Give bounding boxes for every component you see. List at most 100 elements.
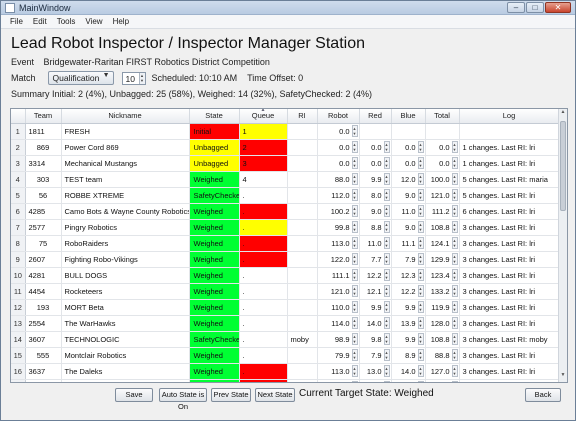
ri-cell[interactable] [287,139,318,156]
menu-help[interactable]: Help [108,15,134,28]
team-number-cell[interactable]: 2577 [25,219,62,236]
state-cell[interactable]: Weighed [189,251,240,268]
spin-arrows-icon[interactable]: ▲▼ [417,285,424,297]
spin-arrows-icon[interactable]: ▲▼ [417,141,424,153]
header-red[interactable]: Red [359,109,392,124]
state-cell[interactable]: Initial [189,123,240,140]
table-row[interactable]: 143607TECHNOLOGICSafetyChecked.moby98.9▲… [11,331,560,348]
team-number-cell[interactable]: 56 [25,187,62,204]
spin-arrows-icon[interactable]: ▲▼ [351,141,358,153]
nickname-cell[interactable]: BULL DOGS [61,267,190,284]
blue-weight-cell[interactable]: 11.0 ▲ ▼ [391,203,426,220]
queue-cell[interactable]: . [239,267,288,284]
red-weight-cell[interactable]: 14.4▲▼ [359,379,392,382]
table-row[interactable]: 1 1811 FRESH Initial 1 0.0 ▲ ▼ [11,123,560,140]
team-number-cell[interactable]: 4285 [25,203,62,220]
spin-arrows-icon[interactable]: ▲▼ [451,317,458,329]
robot-weight-cell[interactable]: 98.9 ▲ ▼ [317,331,360,348]
spin-arrows-icon[interactable]: ▲▼ [351,157,358,169]
team-number-cell[interactable]: 2607 [25,251,62,268]
header-state[interactable]: State [189,109,240,124]
spin-arrows-icon[interactable]: ▲▼ [451,269,458,281]
menu-tools[interactable]: Tools [52,15,81,28]
spin-arrows-icon[interactable]: ▲▼ [451,205,458,217]
spin-arrows-icon[interactable]: ▲▼ [351,349,358,361]
total-weight-cell[interactable]: 0.0 ▲ ▼ [425,155,460,172]
spin-arrows-icon[interactable]: ▲▼ [383,157,390,169]
table-row[interactable]: 7 2577 Pingry Robotics Weighed. 99.8 ▲ ▼ 8.8 ▲ ▼ 9… [11,219,560,236]
minimize-button[interactable]: – [507,2,525,13]
blue-weight-cell[interactable]: 14.0 ▲ ▼ [391,363,426,380]
ri-cell[interactable] [287,251,318,268]
blue-weight-cell[interactable]: 12.3 ▲ ▼ [391,267,426,284]
robot-weight-cell[interactable]: 111.1 ▲ ▼ [317,267,360,284]
queue-cell[interactable]: . [239,235,288,252]
queue-cell[interactable]: . [239,363,288,380]
nickname-cell[interactable]: Camo Bots & Wayne County Robotics [61,203,190,220]
state-cell[interactable]: Unbagged [189,139,240,156]
back-button[interactable]: Back [525,388,561,402]
robot-weight-cell[interactable]: 88.0 ▲ ▼ [317,171,360,188]
blue-weight-cell[interactable]: 7.9 ▲ ▼ [391,251,426,268]
total-weight-cell[interactable]: 108.8 ▲ ▼ [425,219,460,236]
table-row[interactable]: 12 193 MORT Beta Weighed. 110.0 ▲ ▼ 9.9 ▲ ▼ 9.9 ▲ ▼ 1… [11,299,560,316]
spin-arrows-icon[interactable]: ▲▼ [351,253,358,265]
queue-cell[interactable]: . [239,315,288,332]
spin-arrows-icon[interactable]: ▲▼ [351,237,358,249]
auto-state-button[interactable]: Auto State is On [159,388,207,411]
ri-cell[interactable] [287,379,318,382]
nickname-cell[interactable]: Mechanical Mustangs [61,155,190,172]
state-cell[interactable]: Weighed [189,315,240,332]
nickname-cell[interactable]: MORT Beta [61,299,190,316]
spin-arrows-icon[interactable]: ▲▼ [417,253,424,265]
save-button[interactable]: Save [115,388,153,402]
table-row[interactable]: 16 3637 The Daleks Weighed. 113.0 ▲ ▼ 13.0 ▲ ▼ 14.… [11,363,560,380]
queue-cell[interactable]: . [239,379,288,382]
state-cell[interactable]: Weighed [189,267,240,284]
spin-arrows-icon[interactable]: ▲▼ [451,301,458,313]
spin-arrows-icon[interactable]: ▲▼ [451,253,458,265]
spin-arrows-icon[interactable]: ▲▼ [383,221,390,233]
vertical-scrollbar[interactable]: ▲ ▼ [558,109,567,382]
spin-arrows-icon[interactable]: ▲▼ [417,221,424,233]
table-row[interactable]: 15 555 Montclair Robotics Weighed. 79.9 ▲ ▼ 7.9… [11,347,560,364]
match-type-select[interactable]: Qualification ▼ [47,71,114,85]
nickname-cell[interactable]: MORT [61,379,190,382]
header-nickname[interactable]: Nickname [61,109,190,124]
spin-arrows-icon[interactable]: ▲▼ [383,189,390,201]
table-row[interactable]: 8 75 RoboRaiders Weighed. 113.0 ▲ ▼ 11.0 ▲ ▼ 11.1 ▲… [11,235,560,252]
queue-cell[interactable]: 1 [239,123,288,140]
robot-weight-cell[interactable]: 113.0 ▲ ▼ [317,235,360,252]
red-weight-cell[interactable]: 8.0 ▲ ▼ [359,187,392,204]
spin-arrows-icon[interactable]: ▲▼ [451,285,458,297]
robot-weight-cell[interactable]: 112.0 ▲ ▼ [317,187,360,204]
spin-arrows-icon[interactable]: ▲▼ [417,173,424,185]
queue-cell[interactable]: 4 [239,171,288,188]
spin-arrows-icon[interactable]: ▲▼ [451,365,458,377]
ri-cell[interactable] [287,315,318,332]
table-row[interactable]: 3 3314 Mechanical Mustangs Unbagged 3 0.0 ▲ ▼ 0.… [11,155,560,172]
queue-cell[interactable]: . [239,283,288,300]
nickname-cell[interactable]: RoboRaiders [61,235,190,252]
blue-weight-cell[interactable]: 12.0 ▲ ▼ [391,171,426,188]
ri-cell[interactable] [287,299,318,316]
state-cell[interactable]: Weighed [189,235,240,252]
spin-arrows-icon[interactable]: ▲▼ [383,141,390,153]
table-row[interactable]: 1711MORTWeighed.114.4▲▼14.4▲▼13.3▲▼128.8… [11,379,560,382]
total-weight-cell[interactable]: 108.8 ▲ ▼ [425,331,460,348]
spin-arrows-icon[interactable]: ▲▼ [417,381,424,382]
robot-weight-cell[interactable]: 0.0 ▲ ▼ [317,123,360,140]
spin-arrows-icon[interactable]: ▲▼ [138,72,145,84]
total-weight-cell[interactable]: 123.4 ▲ ▼ [425,267,460,284]
blue-weight-cell[interactable]: 0.0 ▲ ▼ [391,155,426,172]
spin-arrows-icon[interactable]: ▲▼ [417,365,424,377]
state-cell[interactable]: Weighed [189,283,240,300]
spin-arrows-icon[interactable]: ▲▼ [451,173,458,185]
teams-table[interactable]: Team Nickname State Queue RI Robot Red B… [10,108,568,383]
team-number-cell[interactable]: 3607 [25,331,62,348]
total-weight-cell[interactable]: 121.0 ▲ ▼ [425,187,460,204]
robot-weight-cell[interactable]: 113.0 ▲ ▼ [317,363,360,380]
spin-arrows-icon[interactable]: ▲▼ [351,317,358,329]
queue-cell[interactable]: . [239,219,288,236]
red-weight-cell[interactable]: 9.9 ▲ ▼ [359,171,392,188]
